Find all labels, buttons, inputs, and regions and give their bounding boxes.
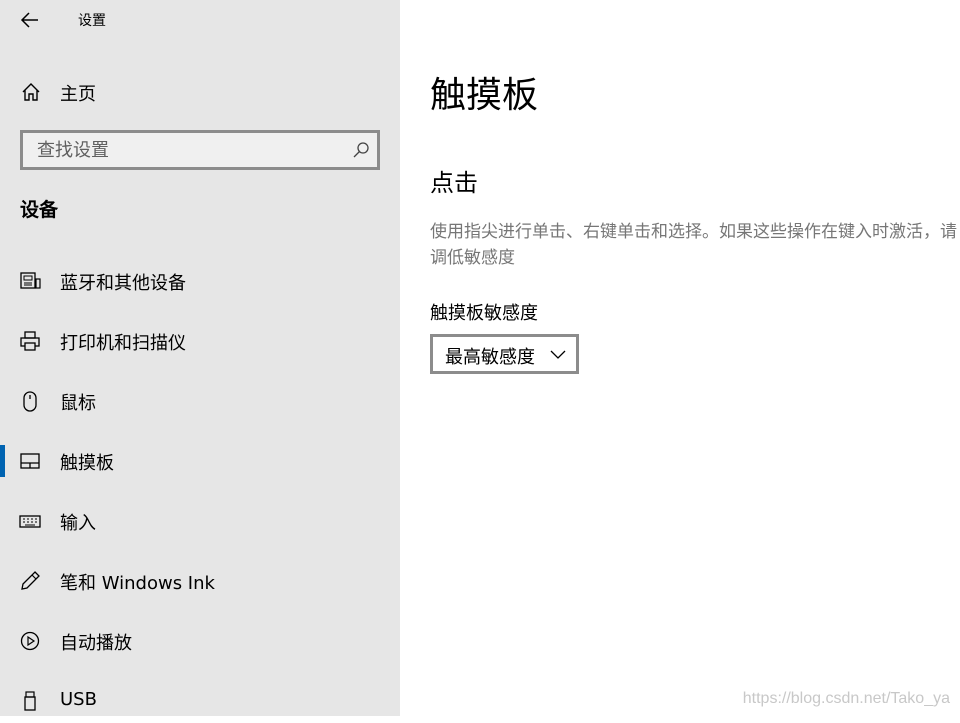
sidebar-item-pen[interactable]: 笔和 Windows Ink <box>0 559 400 603</box>
section-title: 点击 <box>430 169 478 197</box>
main-content: 触摸板 点击 使用指尖进行单击、右键单击和选择。如果这些操作在键入时激活，请调低… <box>400 0 960 716</box>
sensitivity-value: 最高敏感度 <box>445 347 535 368</box>
sidebar-item-label: 鼠标 <box>60 393 96 414</box>
pen-icon <box>21 571 40 590</box>
sidebar-item-label: 自动播放 <box>60 633 132 654</box>
sidebar-item-label: 蓝牙和其他设备 <box>60 273 186 294</box>
sidebar-item-printers[interactable]: 打印机和扫描仪 <box>0 319 400 363</box>
section-description: 使用指尖进行单击、右键单击和选择。如果这些操作在键入时激活，请调低敏感度 <box>430 222 957 268</box>
search-box[interactable] <box>20 130 380 170</box>
search-icon[interactable] <box>351 140 371 160</box>
section-heading: 设备 <box>20 199 59 221</box>
sidebar: 设置 主页 设备 蓝牙和其他设备 打印机和扫描仪 <box>0 0 400 716</box>
sidebar-item-autoplay[interactable]: 自动播放 <box>0 619 400 663</box>
mouse-icon <box>23 391 37 412</box>
active-indicator <box>0 445 5 477</box>
sidebar-item-label: 笔和 Windows Ink <box>60 573 215 594</box>
chevron-down-icon <box>550 350 566 359</box>
home-label: 主页 <box>60 84 96 105</box>
sidebar-item-bluetooth[interactable]: 蓝牙和其他设备 <box>0 259 400 303</box>
sidebar-item-touchpad[interactable]: 触摸板 <box>0 439 400 483</box>
keyboard-icon <box>19 515 41 528</box>
home-icon <box>22 83 40 101</box>
sidebar-item-label: 打印机和扫描仪 <box>60 333 186 354</box>
app-title: 设置 <box>78 13 106 29</box>
sidebar-item-usb[interactable]: USB <box>0 679 400 723</box>
search-input[interactable] <box>23 133 347 167</box>
sidebar-item-mouse[interactable]: 鼠标 <box>0 379 400 423</box>
sidebar-item-label: 触摸板 <box>60 453 114 474</box>
sidebar-item-label: USB <box>60 689 97 710</box>
home-nav-item[interactable]: 主页 <box>0 72 400 110</box>
page-title: 触摸板 <box>430 75 539 116</box>
watermark: https://blog.csdn.net/Tako_ya <box>742 690 950 707</box>
printer-icon <box>20 331 40 351</box>
sidebar-item-label: 输入 <box>60 513 96 534</box>
bluetooth-devices-icon <box>20 272 41 289</box>
usb-icon <box>24 691 36 711</box>
sensitivity-dropdown[interactable]: 最高敏感度 <box>430 334 579 374</box>
autoplay-icon <box>20 631 40 651</box>
sidebar-item-typing[interactable]: 输入 <box>0 499 400 543</box>
back-arrow-icon <box>20 12 38 28</box>
back-button[interactable] <box>16 6 44 34</box>
touchpad-icon <box>20 453 40 469</box>
sensitivity-label: 触摸板敏感度 <box>430 303 538 324</box>
